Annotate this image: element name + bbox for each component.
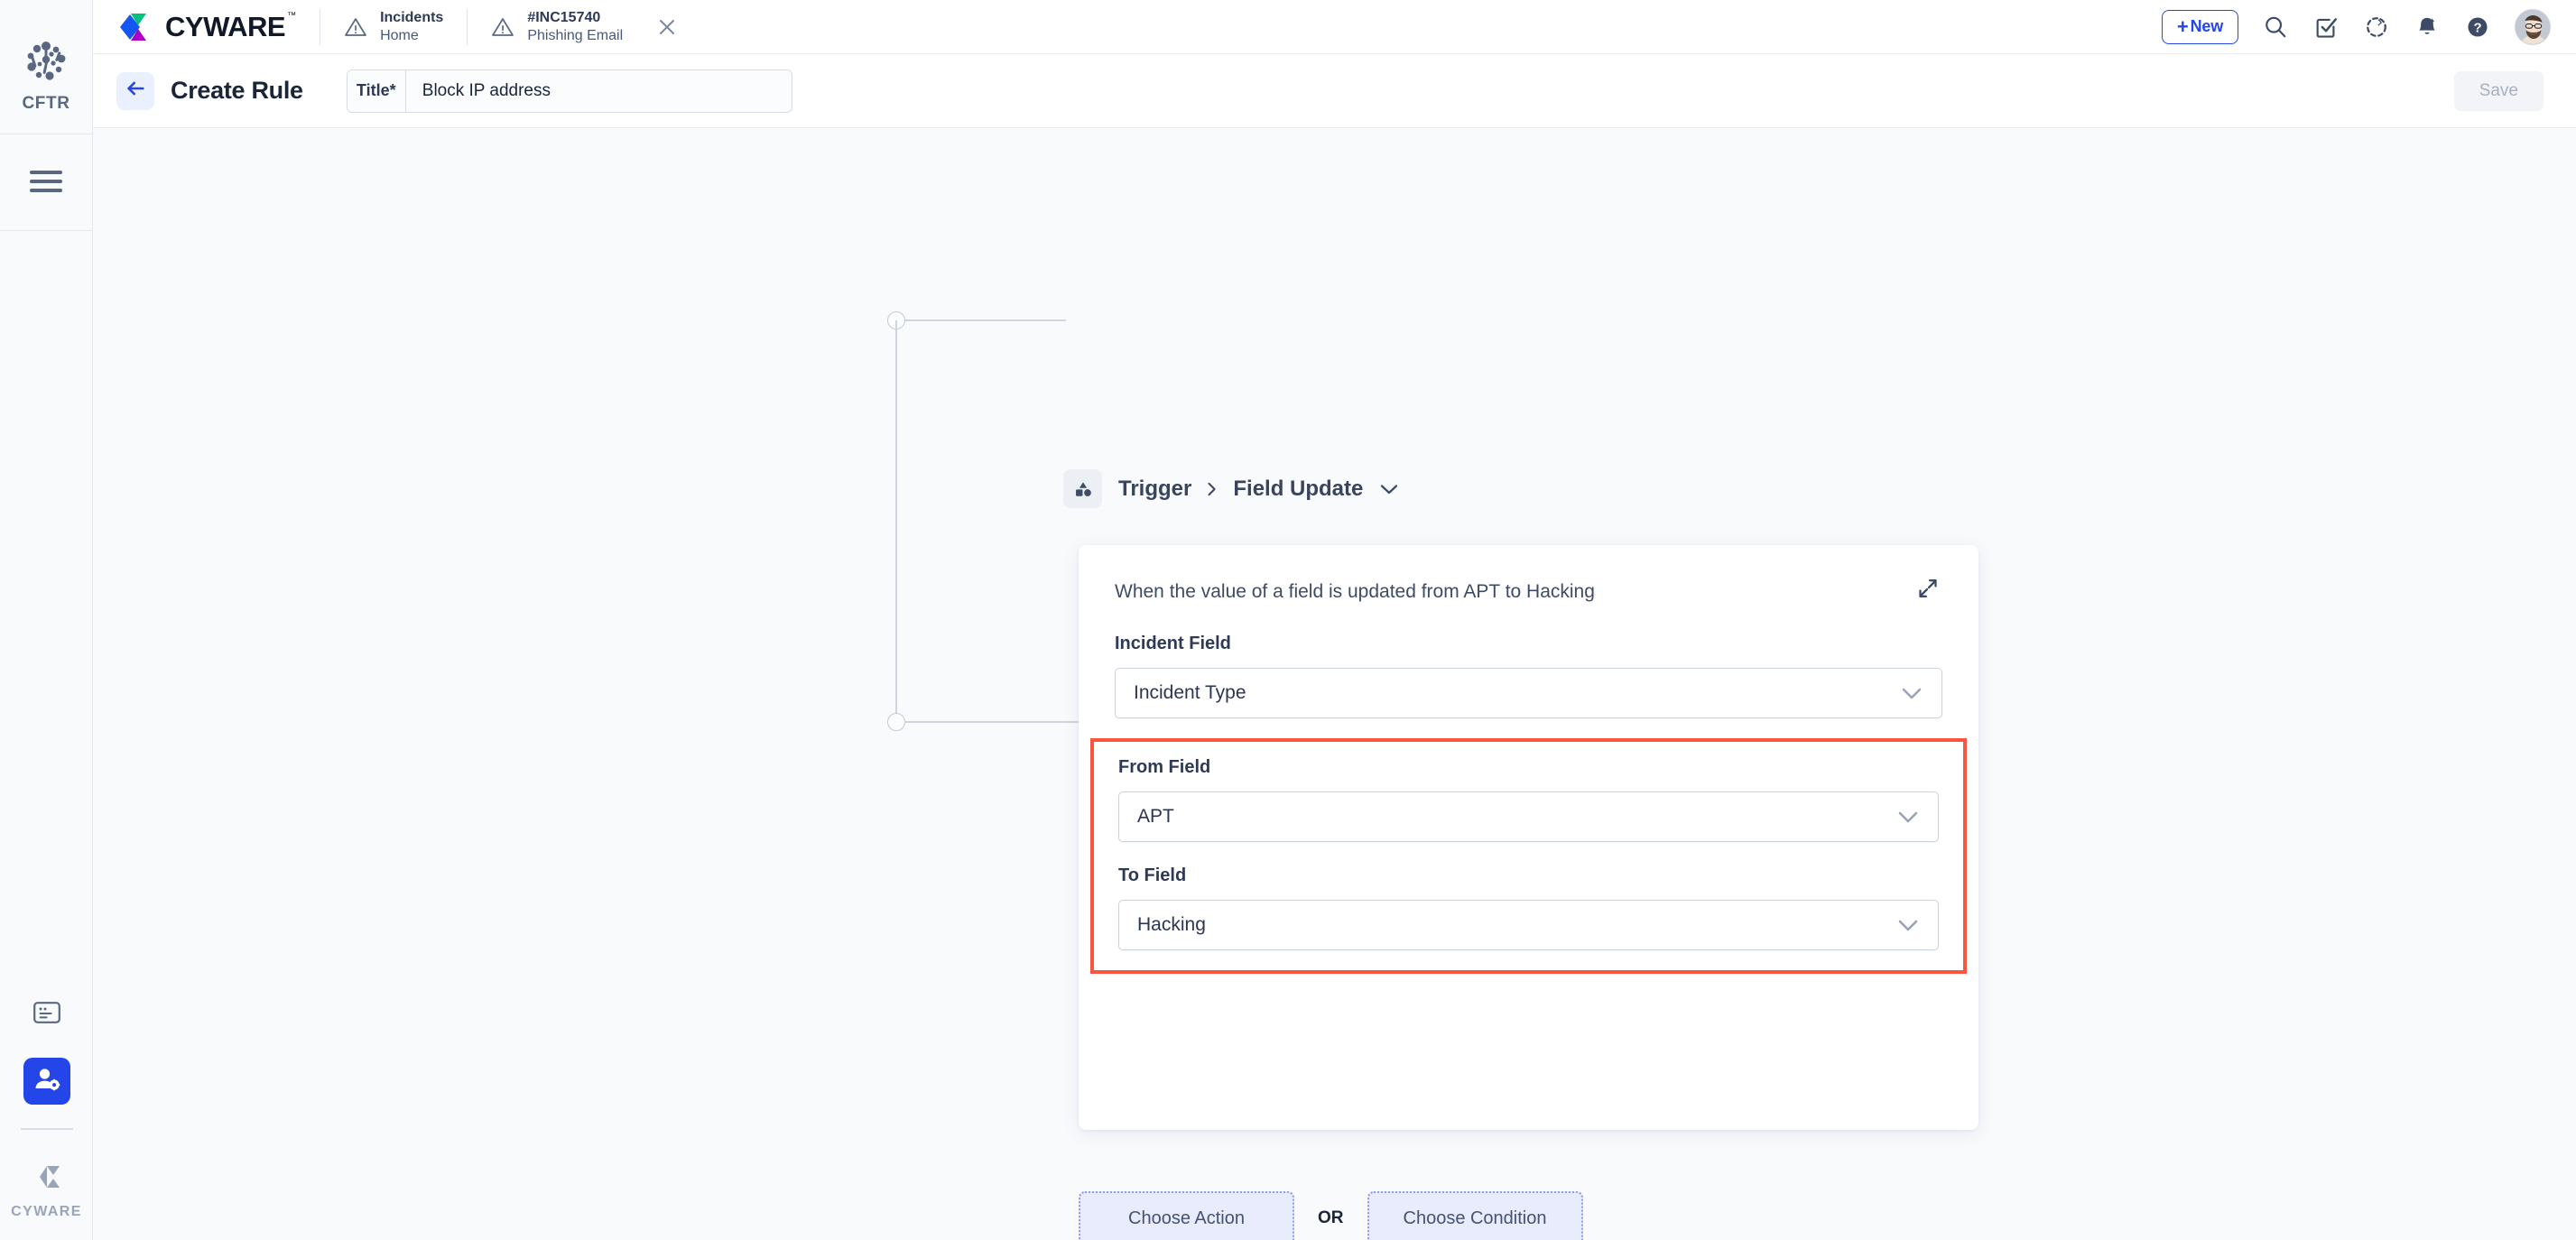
flow-line-vertical [895, 320, 897, 722]
tab-incident-inc15740[interactable]: #INC15740 Phishing Email [491, 9, 677, 45]
title-field-label: Title* [347, 69, 406, 112]
flow-line-horizontal-top [905, 319, 1066, 321]
warning-triangle-icon [344, 15, 367, 39]
nav-divider-2 [467, 8, 468, 45]
user-settings-icon [33, 1066, 60, 1097]
choose-action-button[interactable]: Choose Action [1079, 1191, 1294, 1240]
chevron-right-icon [1206, 480, 1219, 498]
svg-text:?: ? [2473, 20, 2481, 35]
arrow-left-icon [125, 78, 146, 104]
chevron-down-icon[interactable] [1379, 482, 1399, 496]
shapes-trigger-icon [1063, 469, 1102, 508]
trigger-header: Trigger Field Update [1063, 469, 1399, 508]
flow-line-horizontal-bottom [905, 721, 1079, 723]
warning-triangle-icon [491, 15, 514, 39]
brand-word: CYWARE [165, 10, 286, 42]
save-button[interactable]: Save [2453, 70, 2544, 111]
chevron-down-icon [1896, 809, 1920, 825]
notification-bell-icon[interactable] [2414, 14, 2441, 41]
plus-icon: + [2176, 14, 2189, 38]
brand-logo[interactable]: CYWARE ™ [118, 10, 297, 42]
tab-subtitle: Home [380, 27, 419, 43]
rail-divider-bottom [20, 1128, 73, 1130]
page-subheader: Create Rule Title* Save [93, 54, 2576, 128]
title-field-group: Title* [346, 69, 792, 113]
field-label: To Field [1118, 865, 1187, 885]
loading-dashed-circle-icon[interactable] [2363, 14, 2390, 41]
search-icon[interactable] [2262, 14, 2289, 41]
collapse-diagonal-icon[interactable] [1915, 576, 1941, 601]
tab-subtitle: Phishing Email [527, 27, 624, 43]
choose-condition-button[interactable]: Choose Condition [1367, 1191, 1583, 1240]
rail-brand-text: CYWARE [11, 1204, 82, 1219]
trigger-card: When the value of a field is updated fro… [1079, 545, 1978, 1130]
hamburger-menu-icon[interactable] [30, 171, 62, 192]
new-button-label: New [2190, 17, 2224, 35]
trigger-label: Trigger [1118, 476, 1192, 501]
title-input[interactable] [405, 69, 792, 112]
rail-product[interactable]: CFTR [22, 0, 69, 114]
chevron-down-icon [1896, 917, 1920, 933]
or-label: OR [1318, 1208, 1344, 1227]
main-area: CYWARE ™ Incidents Home #INC15740 Phishi… [93, 0, 2576, 1240]
new-button[interactable]: + New [2161, 9, 2238, 44]
field-group-incident-field: Incident Field Incident Type [1079, 603, 1978, 718]
brand-trademark: ™ [287, 10, 297, 21]
avatar[interactable] [2515, 8, 2551, 45]
rail-divider-mid [0, 230, 93, 231]
field-label: From Field [1118, 757, 1211, 777]
card-list-icon [32, 1001, 60, 1028]
cyware-logo-icon [118, 12, 160, 42]
field-label: Incident Field [1115, 634, 1231, 653]
top-navbar: CYWARE ™ Incidents Home #INC15740 Phishi… [93, 0, 2576, 54]
nav-right-group: + New ? [2161, 8, 2551, 45]
rail-bottom-group: CYWARE [0, 991, 93, 1240]
tab-title: Incidents [380, 9, 444, 25]
action-row: Choose Action OR Choose Condition [1079, 1191, 1583, 1240]
cyware-logo-icon [27, 1157, 67, 1197]
select-value: APT [1137, 806, 1174, 827]
select-value: Hacking [1137, 914, 1206, 935]
field-spacer [1118, 842, 1939, 865]
chevron-down-icon [1900, 685, 1923, 701]
tab-incidents-home[interactable]: Incidents Home [344, 9, 443, 45]
page-title: Create Rule [171, 77, 303, 104]
tab-title: #INC15740 [527, 9, 601, 25]
sidebar-item-cards[interactable] [23, 991, 70, 1038]
rail-product-label: CFTR [22, 94, 70, 113]
to-field-select[interactable]: Hacking [1118, 900, 1939, 950]
from-field-select[interactable]: APT [1118, 791, 1939, 842]
left-rail: CFTR CYWARE [0, 0, 93, 1240]
incident-field-select[interactable]: Incident Type [1115, 668, 1942, 718]
card-description: When the value of a field is updated fro… [1115, 581, 1595, 602]
rule-canvas: Trigger Field Update When the value of a… [93, 128, 2576, 1240]
back-button[interactable] [116, 71, 154, 110]
highlighted-field-group: From Field APT To Field Hacking [1090, 738, 1967, 974]
help-circle-icon[interactable]: ? [2464, 14, 2491, 41]
flow-end-dot [887, 713, 905, 731]
sidebar-item-user-admin[interactable] [23, 1058, 70, 1105]
app-root: CFTR CYWARE CYWARE ™ Incidents Home #INC… [0, 0, 2576, 1240]
tasks-check-icon[interactable] [2312, 14, 2340, 41]
close-icon[interactable] [657, 17, 677, 37]
molecule-dots-icon [23, 38, 69, 85]
card-description-row: When the value of a field is updated fro… [1079, 545, 1978, 603]
select-value: Incident Type [1134, 682, 1246, 703]
trigger-type[interactable]: Field Update [1233, 477, 1363, 502]
